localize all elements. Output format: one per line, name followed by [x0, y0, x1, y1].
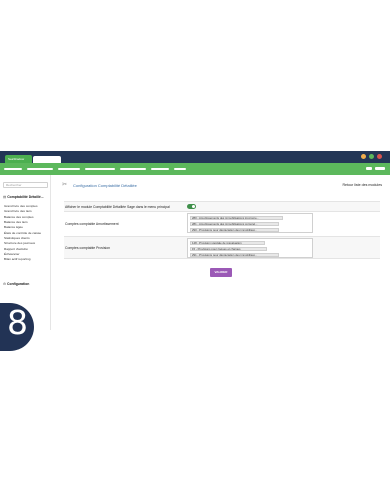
provision-label: Comptes comptable Provision [65, 246, 111, 250]
sidebar-list: Grand livre des comptes Grand livre des … [4, 204, 50, 263]
nav-item-3[interactable] [58, 168, 80, 170]
nav-item-1[interactable] [4, 168, 22, 170]
selected-account-chip[interactable]: 291 - Provisions pour dépréciation des i… [190, 253, 279, 257]
tools-icon: ✂ [62, 182, 68, 188]
app-screenshot: SeaShadow Rechercher ▤Comptabilité Détai… [0, 151, 390, 330]
main-content: ✂ Configuration Comptabilité Détaillée R… [52, 175, 390, 330]
search-input[interactable]: Rechercher [3, 182, 48, 188]
tab-seashadow[interactable]: SeaShadow [5, 155, 32, 163]
close-dot-icon[interactable] [377, 154, 382, 159]
sidebar-section-label: Configuration [7, 282, 30, 286]
selected-account-chip[interactable]: 15 - Provisions pour risques et charges [190, 247, 267, 251]
provision-multiselect[interactable]: 148 - Provision spéciale de réévaluation… [187, 238, 313, 258]
selected-account-chip[interactable]: 148 - Provision spéciale de réévaluation [190, 241, 265, 245]
back-to-modules-link[interactable]: Retour liste des modules [342, 183, 382, 187]
toggle-label: Afficher le module Comptabilité Détaillé… [65, 205, 170, 209]
nav-item-7[interactable] [174, 168, 186, 170]
sidebar-section-label: Comptabilité Détaillé... [7, 195, 44, 199]
setting-row-amortissement: Comptes comptable Amortissement 280 - Am… [64, 212, 380, 235]
gear-icon: ⚙ [3, 282, 7, 286]
main-nav [0, 163, 390, 175]
selected-account-chip[interactable]: 280 - Amortissements des immobilisations… [190, 216, 283, 220]
step-number: 8 [7, 303, 28, 342]
top-bar: SeaShadow [0, 151, 390, 163]
sidebar-section-configuration[interactable]: ⚙Configuration [3, 282, 29, 286]
nav-item-6[interactable] [151, 168, 169, 170]
window-controls [361, 154, 382, 159]
sidebar-section-comptabilite[interactable]: ▤Comptabilité Détaillé... [3, 195, 44, 199]
setting-row-menu-toggle: Afficher le module Comptabilité Détaillé… [64, 201, 380, 212]
user-menu[interactable] [375, 167, 385, 170]
selected-account-chip[interactable]: 290 - Provisions pour dépréciation des i… [190, 228, 279, 232]
notification-icon[interactable] [366, 167, 372, 170]
maximize-dot-icon[interactable] [369, 154, 374, 159]
toggle-knob [192, 205, 195, 208]
selected-account-chip[interactable]: 281 - Amortissements des immobilisations… [190, 222, 279, 226]
page-title: Configuration Comptabilité Détaillée [73, 183, 137, 188]
amortissement-label: Comptes comptable Amortissement [65, 222, 119, 226]
nav-right-tools [366, 167, 385, 170]
nav-item-4[interactable] [85, 168, 115, 170]
nav-item-2[interactable] [27, 168, 53, 170]
minimize-dot-icon[interactable] [361, 154, 366, 159]
amortissement-multiselect[interactable]: 280 - Amortissements des immobilisations… [187, 213, 313, 233]
tab-new[interactable] [33, 156, 61, 163]
sidebar-item[interactable]: Bilan actif reporting [4, 257, 50, 262]
save-button[interactable]: VALIDER [210, 268, 232, 277]
page: { "app": { "active_tab": "SeaShadow", "m… [0, 0, 390, 484]
menu-toggle-switch[interactable] [187, 204, 196, 209]
report-icon: ▤ [3, 195, 7, 199]
nav-item-5[interactable] [120, 168, 146, 170]
setting-row-provision: Comptes comptable Provision 148 - Provis… [64, 236, 380, 259]
